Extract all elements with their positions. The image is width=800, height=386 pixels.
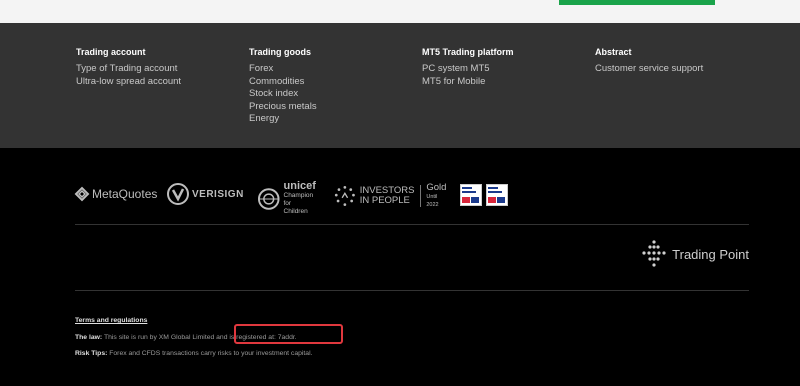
iip-gold-text: Gold [426,182,447,193]
law-label: The law: [75,334,103,341]
trading-point-logo: Trading Point [641,240,749,268]
verisign-logo: VERISIGN [167,183,244,205]
award-badge-icon [460,184,482,206]
nav-column-trading-account: Trading account Type of Trading account … [76,47,181,88]
terms-link[interactable]: Terms and regulations [75,317,147,324]
nav-link-mt5-for-mobile[interactable]: MT5 for Mobile [422,76,514,89]
risk-notice: Risk Tips: Forex and CFDS transactions c… [75,349,312,358]
award-badges [460,184,508,206]
unicef-logo: unicef Champion for Children [257,181,316,216]
nav-link-ultra-low-spread-account[interactable]: Ultra-low spread account [76,76,181,89]
footer-nav: Trading account Type of Trading account … [0,23,800,148]
divider [75,290,749,291]
nav-column-title: MT5 Trading platform [422,47,514,57]
nav-column-trading-goods: Trading goods Forex Commodities Stock in… [249,47,317,126]
nav-column-title: Trading goods [249,47,311,57]
iip-text: IN PEOPLE [359,194,410,206]
iip-text: INVESTORS [359,184,415,196]
unicef-tagline: for Children [283,200,308,215]
nav-column-title: Trading account [76,47,146,57]
iip-until-text: Until 2022 [426,194,439,208]
nav-link-commodities[interactable]: Commodities [249,76,317,89]
unicef-globe-icon [257,187,280,210]
verisign-text: VERISIGN [192,188,244,200]
risk-label: Risk Tips: [75,350,108,357]
nav-link-type-of-trading-account[interactable]: Type of Trading account [76,63,181,76]
verisign-check-icon [167,183,189,205]
iip-laurel-icon [334,185,355,206]
unicef-tagline: Champion [283,192,314,199]
cta-button[interactable] [559,0,715,5]
metaquotes-text: MetaQuotes [92,187,158,201]
metaquotes-icon [74,186,90,202]
trading-point-dots-icon [642,240,666,267]
terms-section: Terms and regulations [75,316,147,325]
nav-column-abstract: Abstract Customer service support [595,47,703,76]
award-badge-icon [486,184,508,206]
nav-column-title: Abstract [595,47,632,57]
investors-in-people-logo: INVESTORS IN PEOPLE Gold Until 2022 [334,182,449,209]
nav-link-customer-service-support[interactable]: Customer service support [595,63,703,76]
nav-link-pc-system-mt5[interactable]: PC system MT5 [422,63,514,76]
metaquotes-logo: MetaQuotes [74,186,157,202]
risk-text: Forex and CFDS transactions carry risks … [109,350,313,357]
divider [75,224,749,225]
nav-link-precious-metals[interactable]: Precious metals [249,101,317,114]
nav-link-energy[interactable]: Energy [249,113,317,126]
nav-column-mt5: MT5 Trading platform PC system MT5 MT5 f… [422,47,514,88]
unicef-text: unicef [283,180,316,192]
annotation-highlight-box [234,324,343,344]
trading-point-text: Trading Point [672,246,749,262]
nav-link-stock-index[interactable]: Stock index [249,88,317,101]
top-banner [0,0,800,23]
nav-link-forex[interactable]: Forex [249,63,317,76]
iip-divider [420,184,422,207]
footer-bottom: MetaQuotes VERISIGN unicef Champion for … [0,148,800,386]
